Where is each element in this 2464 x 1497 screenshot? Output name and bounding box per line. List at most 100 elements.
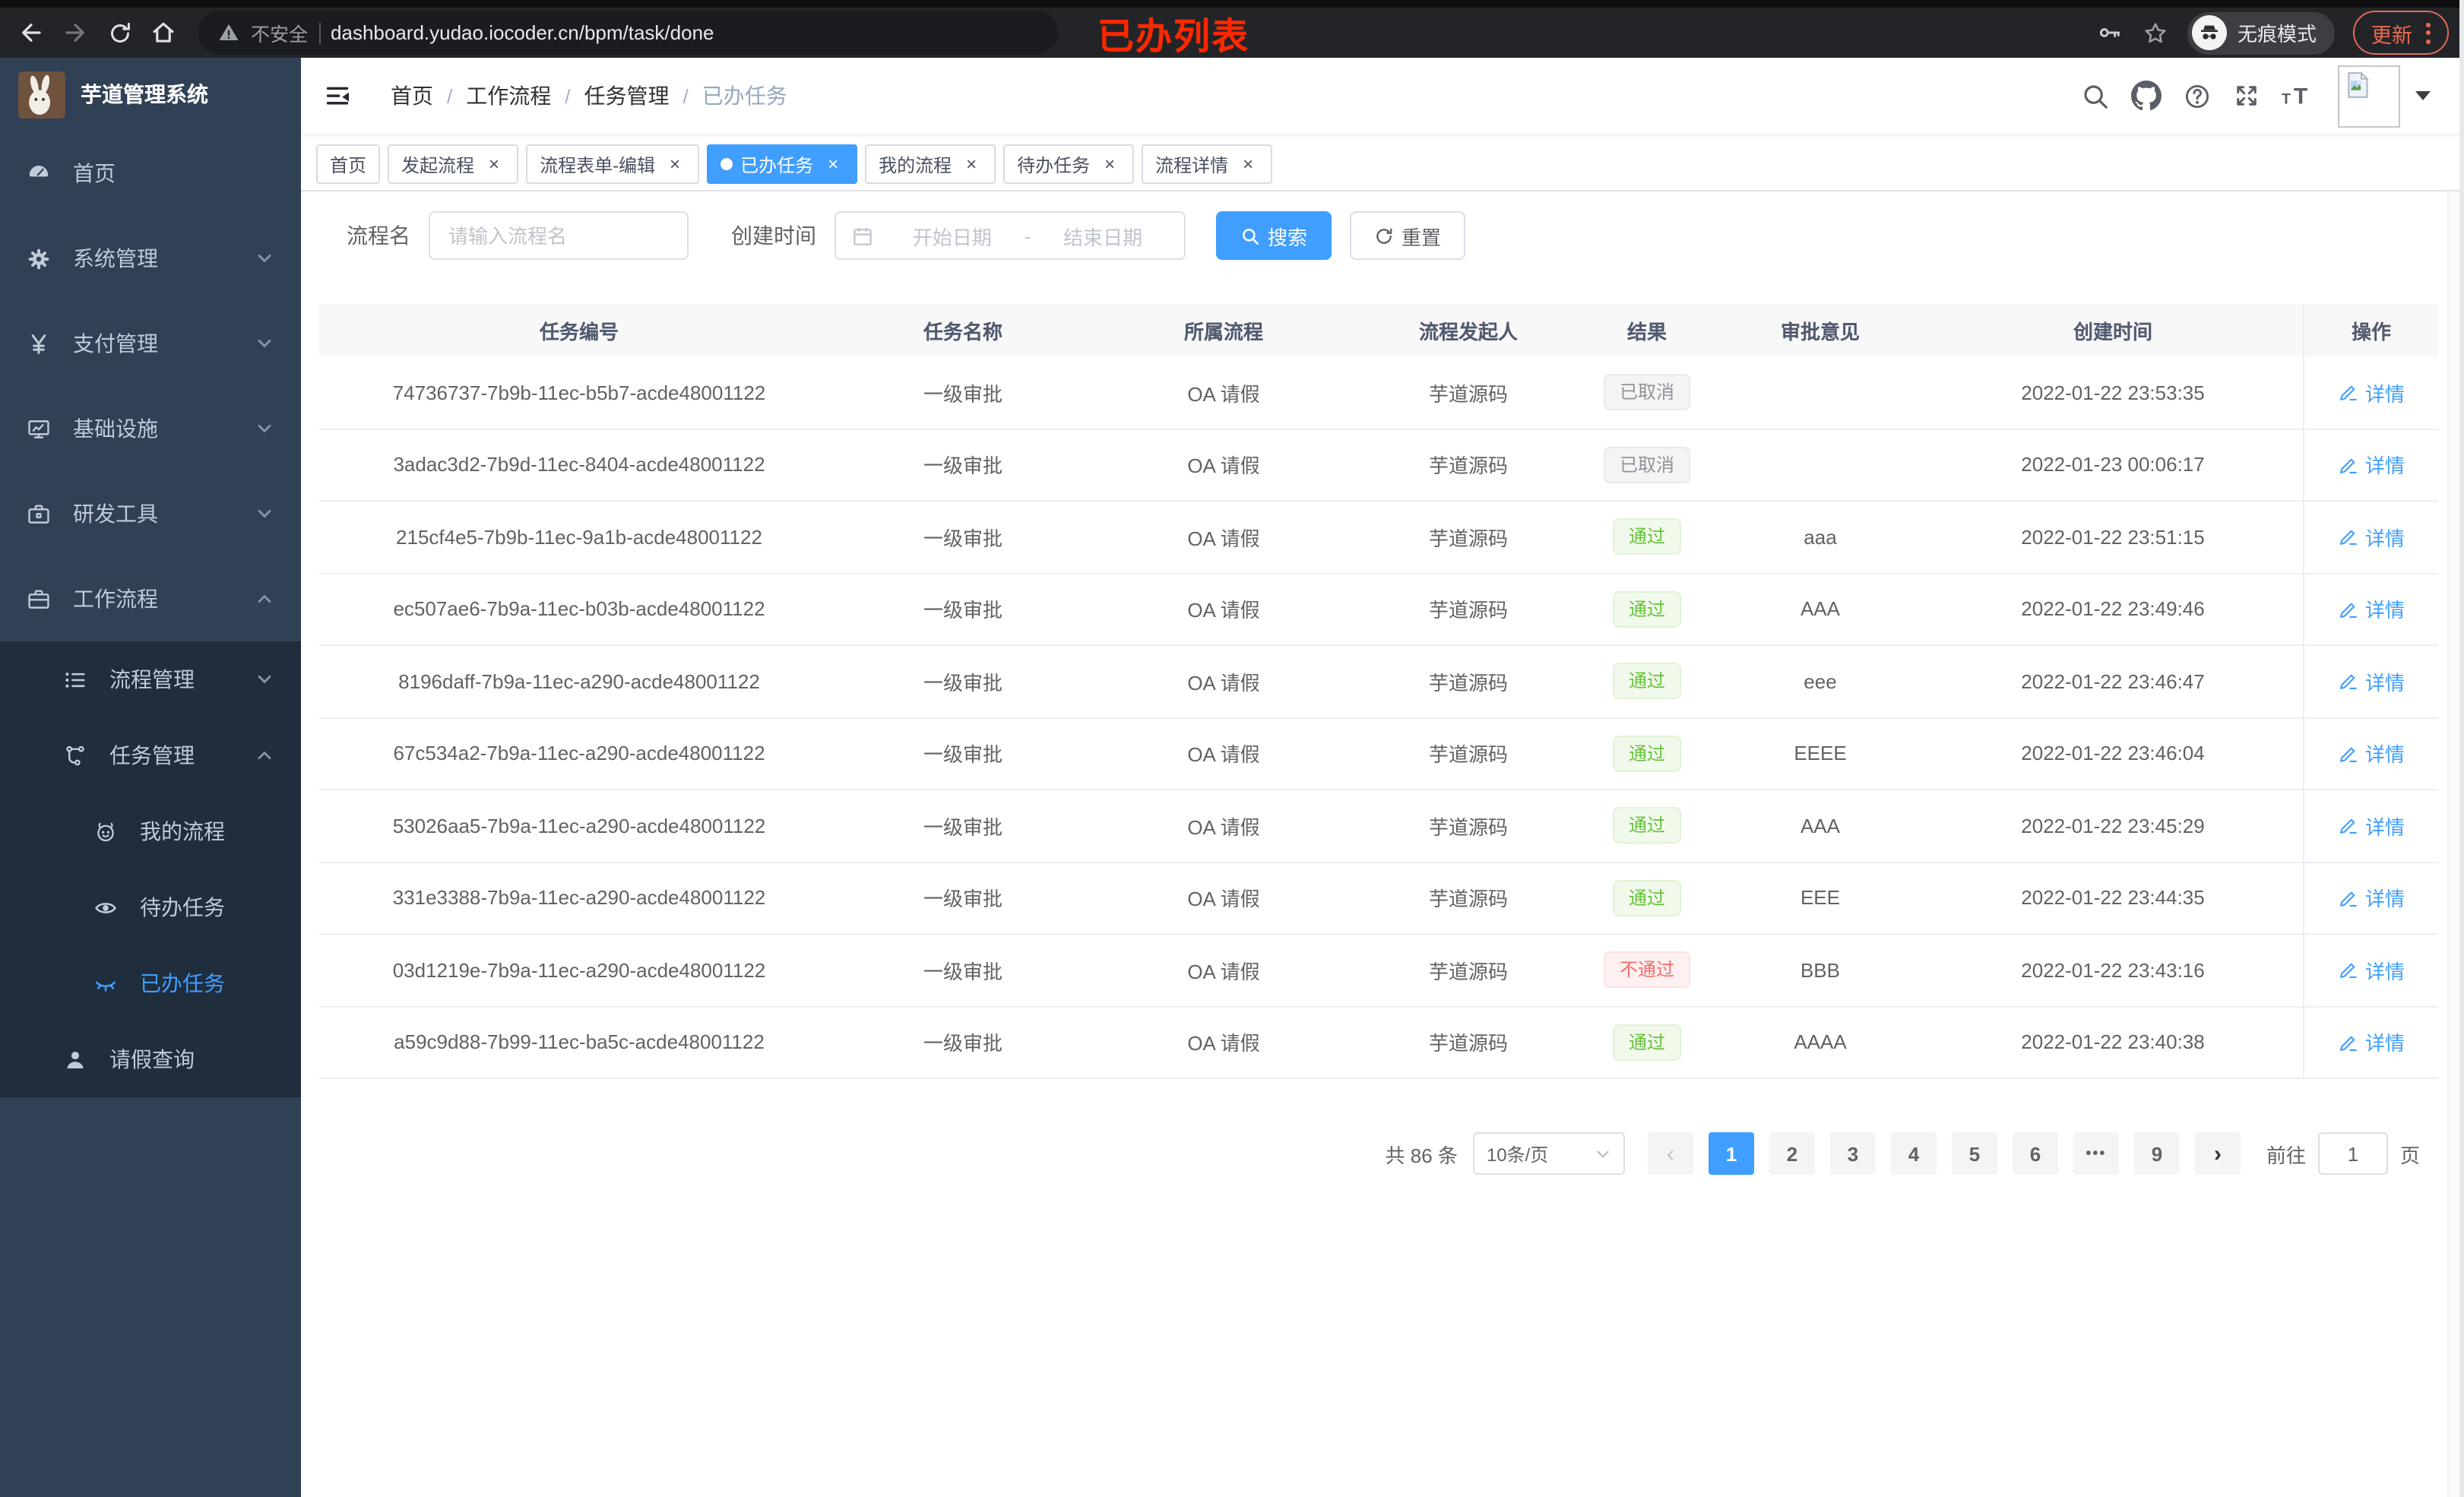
tab-todo-tasks[interactable]: 待办任务 × xyxy=(1003,144,1135,184)
detail-label: 详情 xyxy=(2364,815,2405,839)
fullscreen-icon[interactable] xyxy=(2233,82,2260,109)
status-badge: 已取消 xyxy=(1604,446,1690,483)
sidebar-item-label: 支付管理 xyxy=(73,331,158,356)
page-button[interactable]: 6 xyxy=(2012,1132,2058,1175)
key-icon[interactable] xyxy=(2098,20,2124,46)
sidebar-item-workflow[interactable]: 工作流程 xyxy=(0,556,301,641)
close-icon[interactable]: × xyxy=(961,153,982,175)
tab-my-process[interactable]: 我的流程 × xyxy=(865,144,996,184)
page-ellipsis[interactable]: ••• xyxy=(2073,1132,2119,1175)
reload-button[interactable] xyxy=(97,11,141,55)
create-time-label: 创建时间 xyxy=(731,223,816,248)
font-size-icon[interactable]: TT xyxy=(2282,82,2317,109)
result-cell: 通过 xyxy=(1576,663,1718,700)
operation-cell: 详情 xyxy=(2303,1007,2438,1078)
column-header: 任务编号 xyxy=(539,321,619,343)
process-name-input[interactable] xyxy=(429,211,689,260)
result-cell: 通过 xyxy=(1576,879,1718,916)
search-icon[interactable] xyxy=(2081,81,2110,110)
page-button[interactable]: 2 xyxy=(1769,1132,1815,1175)
task-name-cell: 一级审批 xyxy=(923,1032,1002,1055)
close-icon[interactable]: × xyxy=(822,153,844,175)
page-button[interactable]: 3 xyxy=(1829,1132,1876,1175)
tab-done-tasks[interactable]: 已办任务 × xyxy=(707,144,858,184)
close-icon[interactable]: × xyxy=(1237,153,1259,175)
sidebar-item-label: 研发工具 xyxy=(73,502,158,526)
eye-icon xyxy=(88,894,122,920)
sidebar-item-leave-query[interactable]: 请假查询 xyxy=(0,1021,301,1097)
home-button[interactable] xyxy=(141,11,185,55)
total-count: 共 86 条 xyxy=(1385,1144,1458,1166)
page-size-select[interactable]: 10条/页 xyxy=(1472,1132,1625,1175)
tab-process-detail[interactable]: 流程详情 × xyxy=(1142,144,1273,184)
avatar[interactable] xyxy=(2338,65,2400,127)
prev-page-button[interactable]: ‹ xyxy=(1647,1132,1693,1175)
breadcrumb-item[interactable]: 工作流程 xyxy=(466,81,551,111)
github-icon[interactable] xyxy=(2131,81,2162,111)
sidebar-item-task-mgmt[interactable]: 任务管理 xyxy=(0,717,301,793)
back-button[interactable] xyxy=(9,11,53,55)
reload-icon xyxy=(106,19,133,46)
tab-start-process[interactable]: 发起流程 × xyxy=(388,144,519,184)
status-badge: 通过 xyxy=(1613,807,1680,844)
close-icon[interactable]: × xyxy=(1099,153,1120,175)
result-cell: 通过 xyxy=(1576,735,1718,772)
breadcrumb-item[interactable]: 首页 xyxy=(391,81,433,111)
chevron-down-icon[interactable] xyxy=(2415,91,2431,100)
forward-button[interactable] xyxy=(53,11,97,55)
page-button[interactable]: 9 xyxy=(2133,1132,2180,1175)
sidebar-item-process-mgmt[interactable]: 流程管理 xyxy=(0,641,301,717)
address-bar[interactable]: 不安全 dashboard.yudao.iocoder.cn/bpm/task/… xyxy=(198,11,1058,55)
help-icon[interactable] xyxy=(2183,81,2212,110)
sidebar-item-infrastructure[interactable]: 基础设施 xyxy=(0,386,301,471)
detail-button[interactable]: 详情 xyxy=(2338,739,2405,768)
sidebar-item-my-process[interactable]: 我的流程 xyxy=(0,793,301,869)
detail-button[interactable]: 详情 xyxy=(2338,595,2405,624)
date-range-input[interactable]: 开始日期 - 结束日期 xyxy=(835,211,1186,260)
sidebar-collapse-button[interactable] xyxy=(322,81,353,111)
breadcrumb-item[interactable]: 任务管理 xyxy=(584,81,670,111)
close-icon[interactable]: × xyxy=(483,153,505,175)
update-button[interactable]: 更新 xyxy=(2353,11,2449,55)
page-button[interactable]: 5 xyxy=(1951,1132,1997,1175)
detail-button[interactable]: 详情 xyxy=(2338,956,2405,985)
detail-button[interactable]: 详情 xyxy=(2338,523,2405,552)
pencil-icon xyxy=(2338,815,2359,837)
next-page-button[interactable]: › xyxy=(2194,1132,2241,1175)
column-header: 任务名称 xyxy=(923,321,1002,343)
detail-button[interactable]: 详情 xyxy=(2338,378,2405,407)
sidebar-item-home[interactable]: 首页 xyxy=(0,131,301,216)
browser-menu-icon[interactable] xyxy=(2426,22,2431,43)
sidebar-item-system-mgmt[interactable]: 系统管理 xyxy=(0,216,301,301)
create-time-cell: 2022-01-22 23:46:47 xyxy=(2021,669,2205,693)
detail-button[interactable]: 详情 xyxy=(2338,1028,2405,1057)
detail-button[interactable]: 详情 xyxy=(2338,812,2405,840)
pencil-icon xyxy=(2338,599,2359,620)
close-icon[interactable]: × xyxy=(664,153,686,175)
detail-button[interactable]: 详情 xyxy=(2338,667,2405,696)
detail-label: 详情 xyxy=(2364,888,2405,911)
browser-right-controls: 无痕模式 更新 xyxy=(2098,11,2449,55)
app-logo[interactable]: 芋道管理系统 xyxy=(0,58,301,131)
sidebar-item-todo-tasks[interactable]: 待办任务 xyxy=(0,869,301,945)
tab-form-edit[interactable]: 流程表单-编辑 × xyxy=(526,144,700,184)
window-scrollbar[interactable] xyxy=(2459,0,2464,1497)
detail-button[interactable]: 详情 xyxy=(2338,451,2405,479)
sidebar-item-payment-mgmt[interactable]: 支付管理 xyxy=(0,301,301,386)
detail-button[interactable]: 详情 xyxy=(2338,884,2405,913)
sidebar-item-dev-tools[interactable]: 研发工具 xyxy=(0,471,301,556)
task-name-cell: 一级审批 xyxy=(923,671,1002,695)
goto-page-input[interactable] xyxy=(2317,1132,2388,1175)
search-button[interactable]: 搜索 xyxy=(1216,211,1332,260)
page-button[interactable]: 1 xyxy=(1708,1132,1754,1175)
chevron-up-icon xyxy=(255,746,274,764)
search-icon xyxy=(1240,226,1260,245)
page-button[interactable]: 4 xyxy=(1890,1132,1937,1175)
pencil-icon xyxy=(2338,888,2359,909)
tab-home[interactable]: 首页 xyxy=(316,144,381,184)
sidebar-item-done-tasks[interactable]: 已办任务 xyxy=(0,945,301,1021)
reset-button[interactable]: 重置 xyxy=(1350,211,1466,260)
sidebar-item-label: 任务管理 xyxy=(109,743,195,767)
pencil-icon xyxy=(2338,960,2359,981)
star-icon[interactable] xyxy=(2142,19,2169,46)
